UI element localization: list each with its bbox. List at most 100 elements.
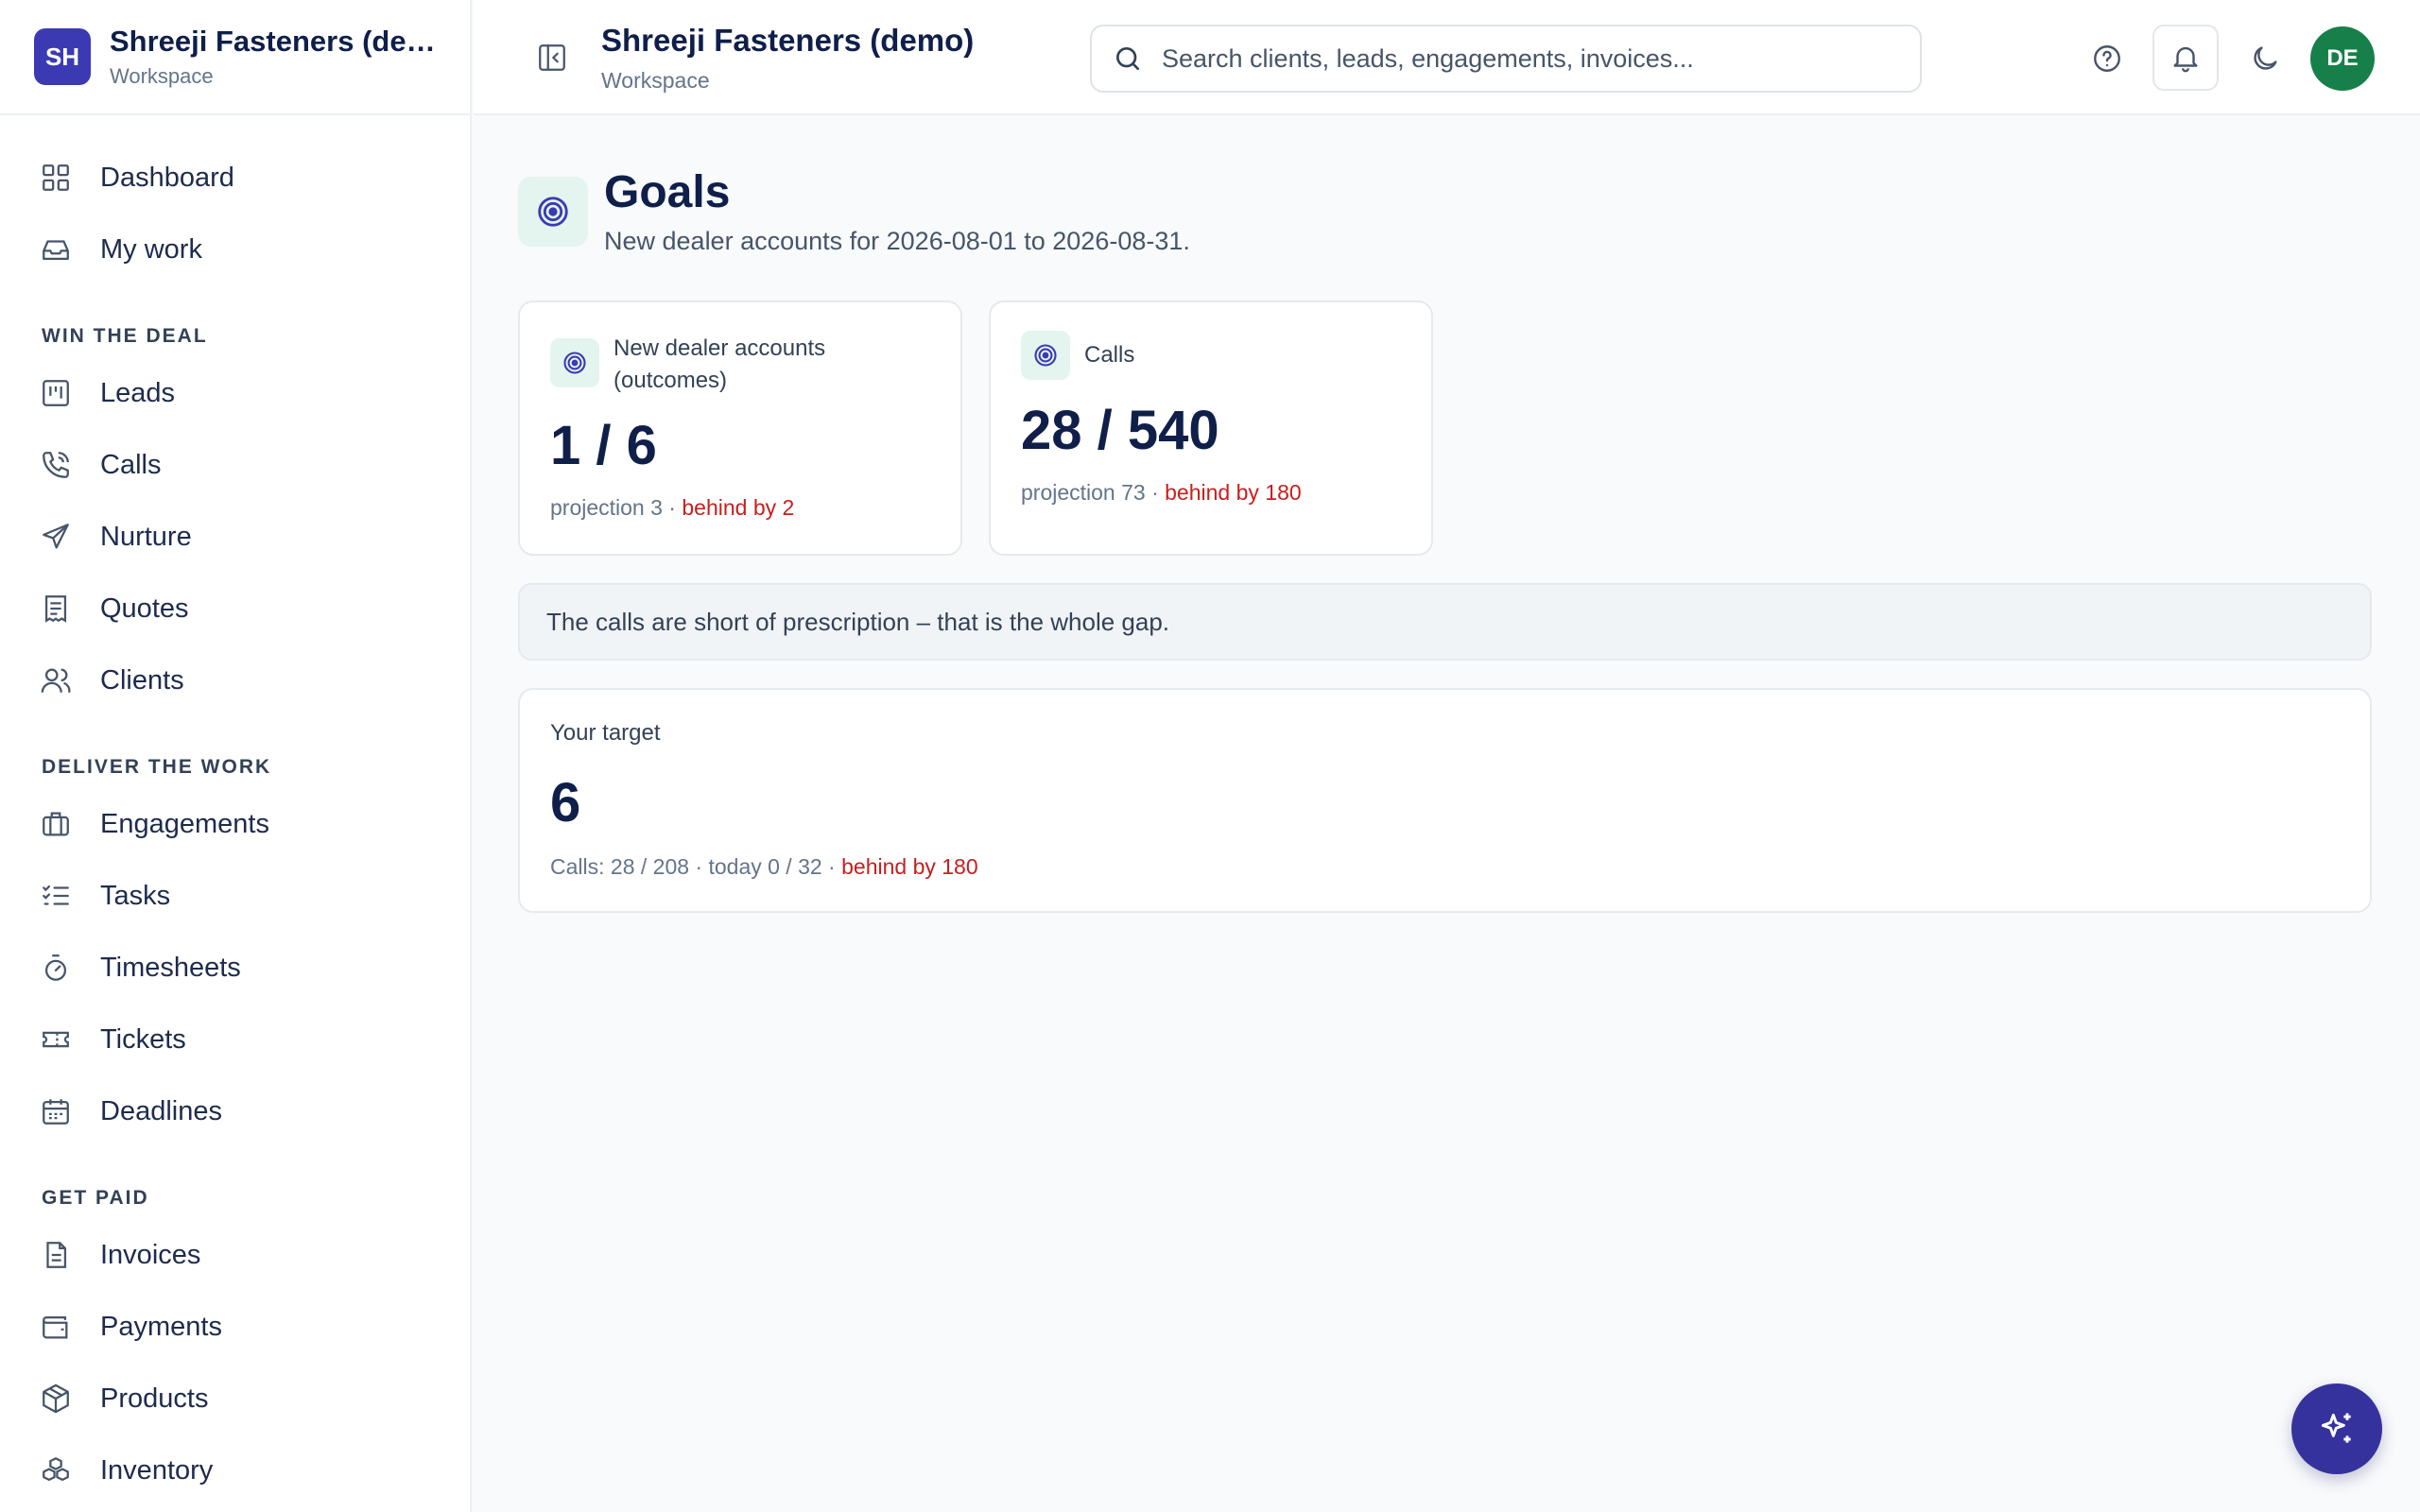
target-card: Your target 6 Calls: 28 / 208 · today 0 …: [518, 688, 2372, 913]
sidebar-item-label: Timesheets: [100, 952, 241, 983]
sidebar-item-clients[interactable]: Clients: [0, 644, 470, 716]
main-content: Goals New dealer accounts for 2026-08-01…: [474, 117, 2420, 1512]
box-icon: [40, 1383, 72, 1415]
goal-card-label-line: (outcomes): [614, 368, 728, 393]
sidebar-item-label: Payments: [100, 1311, 222, 1342]
sidebar-item-inventory[interactable]: Inventory: [0, 1435, 470, 1506]
grid-icon: [40, 162, 72, 194]
gap-notice: The calls are short of prescription – th…: [518, 583, 2372, 661]
goal-card-calls[interactable]: Calls 28 / 540 projection 73 · behind by…: [989, 301, 1433, 556]
projection-text: projection 73 ·: [1021, 480, 1166, 505]
kanban-icon: [40, 377, 72, 409]
inbox-icon: [40, 233, 72, 266]
sidebar-item-invoices[interactable]: Invoices: [0, 1219, 470, 1291]
target-label: Your target: [550, 720, 661, 746]
page-subtitle: New dealer accounts for 2026-08-01 to 20…: [604, 227, 1190, 255]
sidebar-item-label: Engagements: [100, 808, 269, 839]
notifications-button[interactable]: [2152, 25, 2219, 91]
workspace-subtitle: Workspace: [110, 64, 214, 88]
receipt-icon: [40, 593, 72, 625]
goal-card-label: New dealer accounts (outcomes): [614, 333, 825, 397]
sidebar: SH Shreeji Fasteners (demo) Workspace Da…: [0, 0, 472, 1512]
goal-card-footer: projection 3 · behind by 2: [550, 495, 794, 521]
sidebar-item-label: Quotes: [100, 593, 189, 624]
global-search[interactable]: [1090, 25, 1922, 93]
wallet-icon: [40, 1311, 72, 1343]
sidebar-item-label: Calls: [100, 449, 162, 480]
user-avatar[interactable]: DE: [2310, 26, 2375, 91]
target-footer: Calls: 28 / 208 · today 0 / 32 · behind …: [550, 854, 978, 880]
timer-icon: [40, 952, 72, 984]
sidebar-item-timesheets[interactable]: Timesheets: [0, 932, 470, 1004]
sidebar-item-label: Products: [100, 1383, 209, 1414]
sidebar-item-deadlines[interactable]: Deadlines: [0, 1075, 470, 1147]
target-value: 6: [550, 772, 581, 833]
checklist-icon: [40, 880, 72, 912]
workspace-switcher[interactable]: SH Shreeji Fasteners (demo) Workspace: [0, 0, 470, 115]
sidebar-item-calls[interactable]: Calls: [0, 429, 470, 501]
sidebar-item-tasks[interactable]: Tasks: [0, 860, 470, 932]
sidebar-item-label: Deadlines: [100, 1095, 222, 1126]
goal-card-footer: projection 73 · behind by 180: [1021, 480, 1302, 506]
sidebar-item-products[interactable]: Products: [0, 1363, 470, 1435]
help-icon: [2094, 45, 2120, 72]
goal-card-value: 1 / 6: [550, 415, 657, 476]
file-icon: [40, 1239, 72, 1271]
workspace-logo: SH: [34, 28, 91, 85]
sidebar-item-label: Clients: [100, 664, 184, 696]
workspace-name: Shreeji Fasteners (demo): [110, 25, 441, 58]
sidebar-item-nurture[interactable]: Nurture: [0, 501, 470, 573]
theme-toggle-button[interactable]: [2232, 26, 2298, 92]
sidebar-item-label: Leads: [100, 377, 176, 408]
nav-section-deliver-the-work: DELIVER THE WORK: [42, 756, 272, 778]
goal-card-outcomes[interactable]: New dealer accounts (outcomes) 1 / 6 pro…: [518, 301, 962, 556]
help-button[interactable]: [2074, 26, 2140, 92]
nav-section-win-the-deal: WIN THE DEAL: [42, 325, 208, 347]
page-title: Goals: [604, 167, 731, 217]
nav-section-get-paid: GET PAID: [42, 1187, 149, 1209]
sidebar-item-quotes[interactable]: Quotes: [0, 573, 470, 644]
send-icon: [40, 521, 72, 553]
behind-status: behind by 180: [1165, 480, 1302, 505]
target-icon: [1021, 331, 1070, 380]
search-input[interactable]: [1162, 43, 1880, 74]
phone-icon: [40, 449, 72, 481]
sidebar-item-payments[interactable]: Payments: [0, 1291, 470, 1363]
ticket-icon: [40, 1023, 72, 1056]
sidebar-item-label: Inventory: [100, 1454, 214, 1486]
boxes-icon: [40, 1454, 72, 1486]
bell-icon: [2173, 46, 2198, 73]
behind-status: behind by 180: [841, 854, 978, 879]
sidebar-toggle-icon[interactable]: [536, 42, 568, 74]
goal-card-label: Calls: [1084, 342, 1135, 368]
sidebar-item-tickets[interactable]: Tickets: [0, 1004, 470, 1075]
goal-card-value: 28 / 540: [1021, 400, 1219, 461]
sidebar-nav: Dashboard My work WIN THE DEAL Leads Cal…: [0, 115, 470, 1506]
sidebar-item-my-work[interactable]: My work: [0, 214, 470, 285]
sidebar-item-leads[interactable]: Leads: [0, 357, 470, 429]
projection-text: projection 3 ·: [550, 495, 683, 520]
sidebar-item-label: My work: [100, 233, 202, 265]
goal-card-label-line: New dealer accounts: [614, 335, 826, 361]
sidebar-item-label: Tasks: [100, 880, 171, 911]
search-icon: [1113, 43, 1143, 74]
header-title: Shreeji Fasteners (demo): [601, 23, 975, 58]
sidebar-item-label: Nurture: [100, 521, 192, 552]
header-subtitle: Workspace: [601, 68, 710, 93]
ai-assistant-button[interactable]: [2291, 1383, 2382, 1474]
calendar-icon: [40, 1095, 72, 1127]
sparkles-icon: [2321, 1413, 2351, 1443]
moon-icon: [2254, 46, 2277, 70]
target-detail: Calls: 28 / 208 · today 0 / 32 ·: [550, 854, 842, 879]
sidebar-item-label: Invoices: [100, 1239, 201, 1270]
behind-status: behind by 2: [682, 495, 795, 520]
top-header: Shreeji Fasteners (demo) Workspace DE: [474, 0, 2420, 115]
sidebar-item-dashboard[interactable]: Dashboard: [0, 142, 470, 214]
sidebar-item-label: Dashboard: [100, 162, 234, 193]
users-icon: [40, 664, 72, 696]
target-icon: [550, 338, 599, 387]
sidebar-item-label: Tickets: [100, 1023, 186, 1055]
target-icon: [518, 177, 588, 247]
sidebar-item-engagements[interactable]: Engagements: [0, 788, 470, 860]
briefcase-icon: [40, 808, 72, 840]
